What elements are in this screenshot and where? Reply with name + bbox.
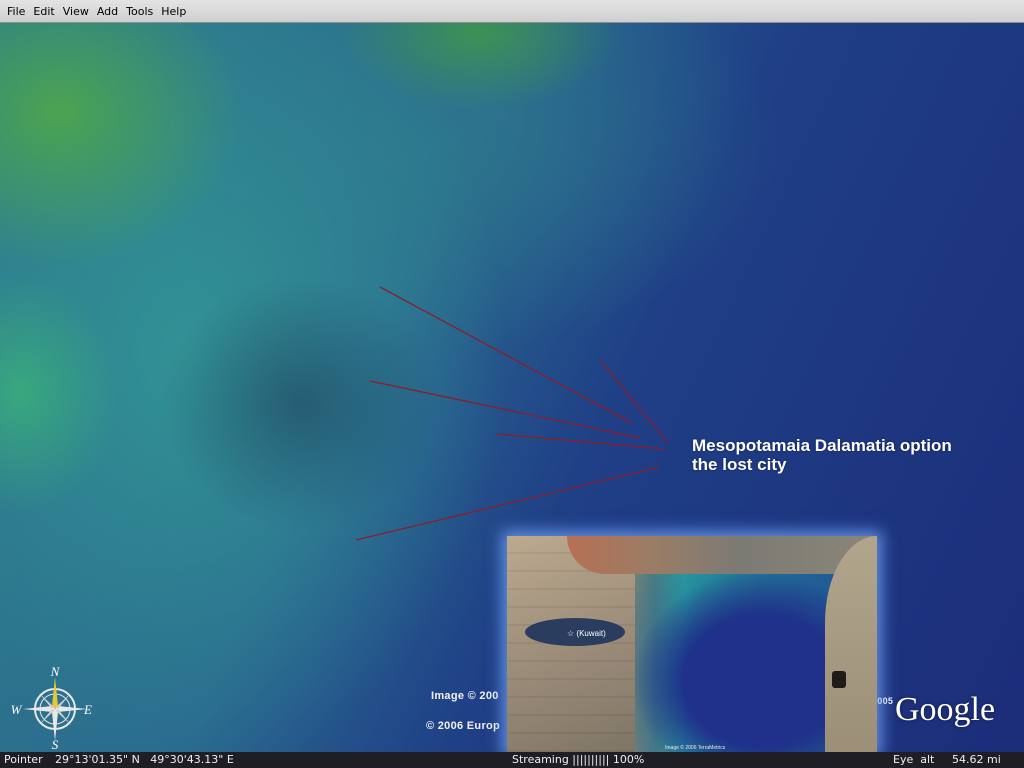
menu-file[interactable]: File bbox=[3, 5, 29, 18]
map-view[interactable]: Mesopotamaia Dalamatia option the lost c… bbox=[0, 23, 1024, 752]
menu-add[interactable]: Add bbox=[93, 5, 122, 18]
annotation-subtitle: the lost city bbox=[692, 455, 787, 474]
annotation-line bbox=[355, 466, 661, 541]
status-bar: Pointer 29°13'01.35" N 49°30'43.13" E St… bbox=[0, 752, 1024, 768]
menu-view[interactable]: View bbox=[59, 5, 93, 18]
annotation-line bbox=[599, 359, 669, 444]
compass-west: W bbox=[11, 702, 23, 717]
inset-place-name: (Kuwait) bbox=[576, 629, 606, 638]
image-credit: Image © 200 bbox=[431, 690, 499, 702]
eye-alt-value: 54.62 mi bbox=[952, 753, 1001, 766]
eye-alt-label: Eye alt bbox=[893, 753, 935, 766]
inset-credit: Image © 2006 TerraMetrics bbox=[665, 745, 726, 751]
pointer-label: Pointer bbox=[4, 753, 43, 766]
annotation-line bbox=[369, 380, 641, 439]
pointer-coordinates: 29°13'01.35" N 49°30'43.13" E bbox=[55, 753, 234, 766]
google-logo: Google bbox=[895, 691, 996, 728]
annotation-line bbox=[379, 286, 633, 424]
annotation-label: Mesopotamaia Dalamatia option the lost c… bbox=[692, 436, 1012, 474]
annotation-line bbox=[496, 433, 666, 450]
inset-land-north bbox=[567, 536, 877, 574]
copyright-credit: © 2006 Europ bbox=[426, 720, 501, 732]
inset-place-label: ☆ (Kuwait) bbox=[567, 629, 606, 638]
menu-tools[interactable]: Tools bbox=[122, 5, 157, 18]
compass-south: S bbox=[52, 737, 59, 749]
annotation-title: Mesopotamaia Dalamatia option bbox=[692, 436, 952, 455]
menu-bar: File Edit View Add Tools Help bbox=[0, 0, 1024, 23]
inset-island bbox=[832, 671, 846, 688]
compass-north: N bbox=[50, 664, 61, 679]
compass-east: E bbox=[83, 702, 92, 717]
menu-help[interactable]: Help bbox=[157, 5, 190, 18]
streaming-status: Streaming |||||||||| 100% bbox=[512, 753, 645, 766]
compass-icon[interactable]: N S W E bbox=[10, 663, 96, 749]
menu-edit[interactable]: Edit bbox=[29, 5, 58, 18]
inset-image: ☆ (Kuwait) Image © 2006 TerraMetrics bbox=[507, 536, 877, 752]
